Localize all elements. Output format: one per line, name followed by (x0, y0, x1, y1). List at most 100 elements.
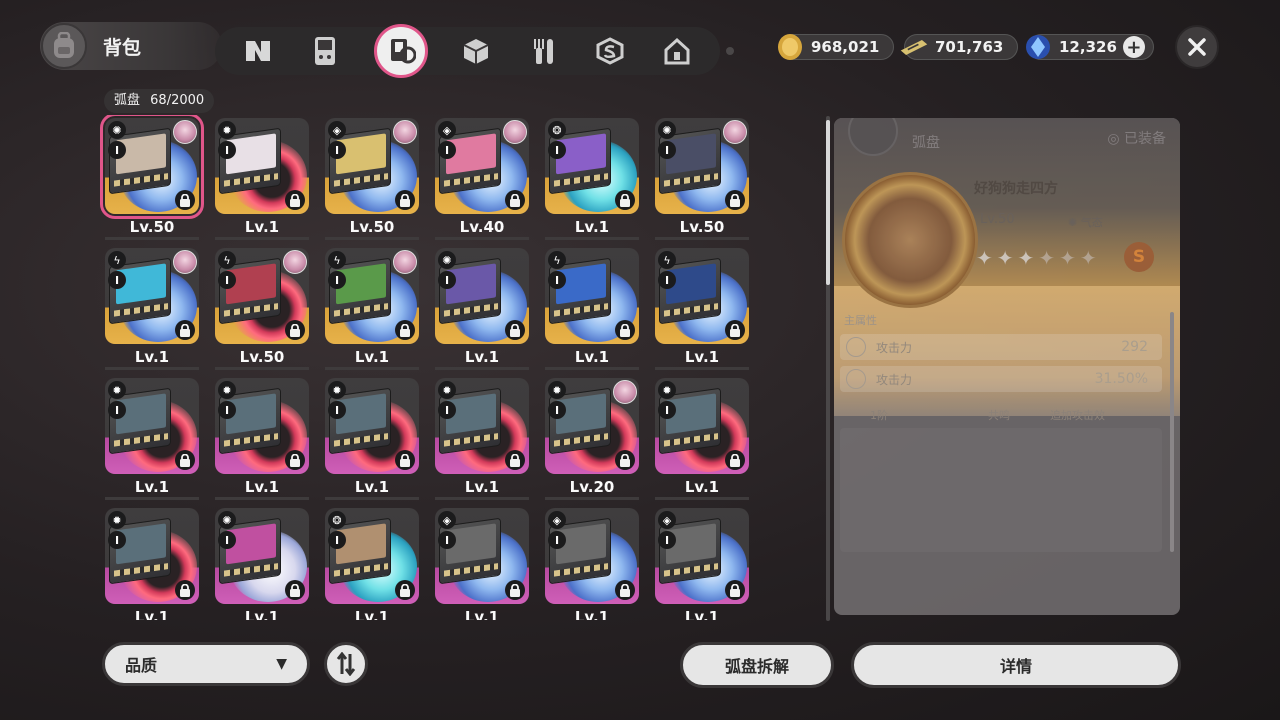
currency-gold: 968,021 (778, 34, 894, 60)
lock-icon[interactable] (395, 320, 415, 340)
disc-stripe (224, 303, 278, 317)
lock-icon[interactable] (725, 450, 745, 470)
lock-icon[interactable] (725, 190, 745, 210)
disc-card[interactable]: ✹ I Lv.1 (100, 505, 200, 620)
lock-icon[interactable] (175, 580, 195, 600)
lock-icon[interactable] (175, 320, 195, 340)
disc-card[interactable]: ✺ I Lv.50 (650, 115, 750, 245)
panel-scrollbar[interactable] (1170, 312, 1174, 552)
tab-home[interactable] (659, 33, 695, 69)
disc-level-label: Lv.20 (545, 478, 639, 500)
disc-card[interactable]: ✹ I Lv.1 (210, 115, 310, 245)
lock-icon[interactable] (175, 450, 195, 470)
disc-card-frame: ✺ I (655, 118, 749, 214)
disc-card-frame: ❂ I (325, 508, 419, 604)
disc-card[interactable]: ϟ I Lv.1 (540, 245, 640, 375)
lock-icon[interactable] (395, 580, 415, 600)
shield-s-icon (596, 37, 624, 65)
stat-row: 攻击力 31.50% (840, 366, 1162, 392)
n-logo-icon (246, 41, 271, 61)
disc-level-label: Lv.1 (545, 608, 639, 620)
disc-card[interactable]: ❂ I Lv.1 (320, 505, 420, 620)
disc-card[interactable]: ✹ I Lv.20 (540, 375, 640, 505)
disc-card[interactable]: ◈ I Lv.50 (320, 115, 420, 245)
grid-scrollbar-thumb[interactable] (826, 120, 830, 285)
disc-stripe (334, 433, 388, 447)
lock-icon[interactable] (285, 450, 305, 470)
lock-icon[interactable] (395, 450, 415, 470)
set-type: 共鸣 (988, 409, 1010, 422)
add-currency-button[interactable]: + (1122, 36, 1145, 58)
disc-card[interactable]: ✺ I Lv.1 (210, 505, 310, 620)
backpack-icon (41, 23, 87, 69)
rank-badge: I (658, 401, 676, 419)
disc-stripe (554, 303, 608, 317)
disc-card[interactable]: ◈ I Lv.1 (540, 505, 640, 620)
disc-card[interactable]: ✹ I Lv.1 (650, 375, 750, 505)
tab-discs[interactable] (373, 24, 428, 78)
rank-badge: I (548, 271, 566, 289)
disc-level-label: Lv.1 (545, 348, 639, 370)
details-button[interactable]: 详情 (851, 642, 1181, 688)
disc-card[interactable]: ✺ I Lv.50 (100, 115, 204, 245)
lock-icon[interactable] (615, 320, 635, 340)
lock-icon[interactable] (505, 190, 525, 210)
disc-level-label: Lv.1 (105, 608, 199, 620)
lock-icon[interactable] (615, 580, 635, 600)
set-effect: 追加攻击效 (1050, 409, 1105, 422)
rank-badge: I (218, 271, 236, 289)
blue-crystal-icon (1023, 32, 1053, 62)
tab-materials[interactable] (458, 33, 494, 69)
rank-badge: I (658, 531, 676, 549)
disc-stars: ✦✦✦✦✦✦ (976, 246, 1101, 270)
disc-stripe (114, 563, 168, 577)
disc-type: ✺ 气态 (1068, 216, 1103, 229)
disc-card[interactable]: ✹ I Lv.1 (320, 375, 420, 505)
lock-icon[interactable] (285, 320, 305, 340)
disc-card[interactable]: ◈ I Lv.1 (430, 505, 530, 620)
lock-icon[interactable] (725, 580, 745, 600)
disc-stripe (114, 173, 168, 187)
lock-icon[interactable] (395, 190, 415, 210)
disc-card-frame: ❂ I (545, 118, 639, 214)
attribute-icon: ϟ (328, 251, 346, 269)
category-tabbar (215, 24, 720, 78)
lock-icon[interactable] (615, 190, 635, 210)
tab-console[interactable] (307, 33, 343, 69)
lock-icon[interactable] (615, 450, 635, 470)
lock-icon[interactable] (285, 190, 305, 210)
close-button[interactable] (1175, 25, 1219, 69)
disc-card[interactable]: ✺ I Lv.1 (430, 245, 530, 375)
rank-badge: I (548, 401, 566, 419)
attribute-icon: ✺ (658, 121, 676, 139)
disc-level-label: Lv.1 (105, 348, 199, 370)
disc-stripe (224, 433, 278, 447)
sort-order-button[interactable] (324, 642, 368, 686)
quality-filter-dropdown[interactable]: 品质 ▼ (102, 642, 310, 686)
disc-card[interactable]: ϟ I Lv.1 (320, 245, 420, 375)
disc-card[interactable]: ✹ I Lv.1 (100, 375, 200, 505)
tab-n-logo[interactable] (240, 33, 276, 69)
attribute-icon: ◈ (438, 511, 456, 529)
disc-card[interactable]: ◈ I Lv.40 (430, 115, 530, 245)
disc-card[interactable]: ✹ I Lv.1 (210, 375, 310, 505)
disc-level-label: Lv.1 (215, 478, 309, 500)
tab-shield[interactable] (592, 33, 628, 69)
lock-icon[interactable] (175, 190, 195, 210)
disc-level-label: Lv.1 (435, 478, 529, 500)
disc-card[interactable]: ✹ I Lv.1 (430, 375, 530, 505)
lock-icon[interactable] (285, 580, 305, 600)
tab-food[interactable] (525, 33, 561, 69)
disc-card[interactable]: ϟ I Lv.1 (650, 245, 750, 375)
disc-card[interactable]: ❂ I Lv.1 (540, 115, 640, 245)
disc-card-frame: ϟI (215, 248, 309, 344)
dismantle-button[interactable]: 弧盘拆解 (680, 642, 834, 688)
disc-card[interactable]: ◈ I Lv.1 (650, 505, 750, 620)
lock-icon[interactable] (725, 320, 745, 340)
disc-card[interactable]: ϟ I Lv.1 (100, 245, 200, 375)
disc-level-label: Lv.40 (435, 218, 529, 240)
lock-icon[interactable] (505, 450, 525, 470)
lock-icon[interactable] (505, 320, 525, 340)
lock-icon[interactable] (505, 580, 525, 600)
disc-card[interactable]: ϟ I Lv.50 (210, 245, 310, 375)
